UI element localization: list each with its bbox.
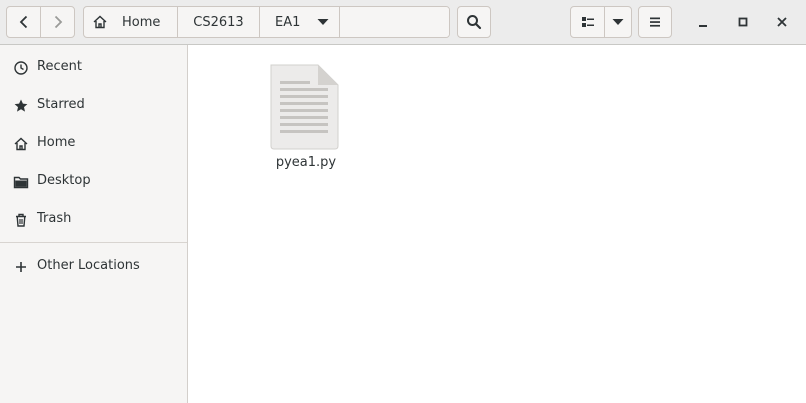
search-icon (467, 15, 482, 30)
star-icon (14, 99, 28, 112)
chevron-right-icon (54, 15, 62, 29)
sidebar-item-other-locations[interactable]: Other Locations (0, 247, 187, 285)
text-file-icon (270, 64, 339, 150)
search-button[interactable] (457, 6, 491, 38)
path-bar-empty-area (340, 7, 449, 37)
sidebar-item-home[interactable]: Home (0, 124, 187, 162)
header-bar: Home CS2613 EA1 (0, 0, 806, 45)
navigation-buttons (6, 6, 76, 38)
forward-button[interactable] (40, 6, 75, 38)
chevron-left-icon (19, 15, 27, 29)
minimize-icon (699, 25, 707, 27)
sidebar-item-desktop[interactable]: Desktop (0, 162, 187, 200)
sidebar-item-label: Home (37, 135, 76, 150)
home-icon (93, 15, 107, 29)
maximize-button[interactable] (730, 9, 756, 35)
dropdown-arrow-icon (317, 19, 329, 25)
sidebar-item-starred[interactable]: Starred (0, 86, 187, 124)
file-item[interactable]: pyea1.py (266, 63, 346, 173)
path-crumb-label: CS2613 (193, 14, 244, 30)
path-crumb-ea1[interactable]: EA1 (260, 7, 340, 37)
path-crumb-label: EA1 (275, 14, 301, 30)
view-buttons (570, 6, 632, 38)
sidebar: Recent Starred Home Desktop Trash Other … (0, 45, 188, 403)
minimize-button[interactable] (690, 9, 716, 35)
view-options-button[interactable] (604, 6, 632, 38)
path-bar: Home CS2613 EA1 (83, 6, 450, 38)
main-menu-button[interactable] (638, 6, 672, 38)
sidebar-item-label: Other Locations (37, 258, 140, 273)
maximize-icon (738, 17, 748, 27)
path-crumb-label: Home (122, 14, 161, 30)
trash-icon (16, 213, 26, 227)
sidebar-divider (0, 242, 187, 243)
home-icon (14, 137, 28, 151)
clock-icon (14, 61, 28, 75)
path-crumb-home[interactable]: Home (84, 7, 178, 37)
path-crumb-cs2613[interactable]: CS2613 (178, 7, 260, 37)
file-view: pyea1.py (188, 45, 806, 403)
hamburger-menu-icon (650, 17, 660, 27)
sidebar-item-label: Starred (37, 97, 85, 112)
sidebar-item-label: Desktop (37, 173, 91, 188)
folder-icon (13, 176, 29, 189)
sidebar-item-label: Trash (37, 211, 72, 226)
back-button[interactable] (6, 6, 41, 38)
sidebar-item-recent[interactable]: Recent (0, 48, 187, 86)
sidebar-item-trash[interactable]: Trash (0, 200, 187, 238)
close-button[interactable] (769, 9, 795, 35)
sidebar-item-label: Recent (37, 59, 82, 74)
close-icon (777, 17, 787, 27)
file-name: pyea1.py (275, 155, 337, 170)
dropdown-arrow-icon (612, 19, 624, 25)
list-view-icon (581, 17, 594, 27)
plus-icon (16, 262, 26, 272)
view-list-button[interactable] (570, 6, 605, 38)
